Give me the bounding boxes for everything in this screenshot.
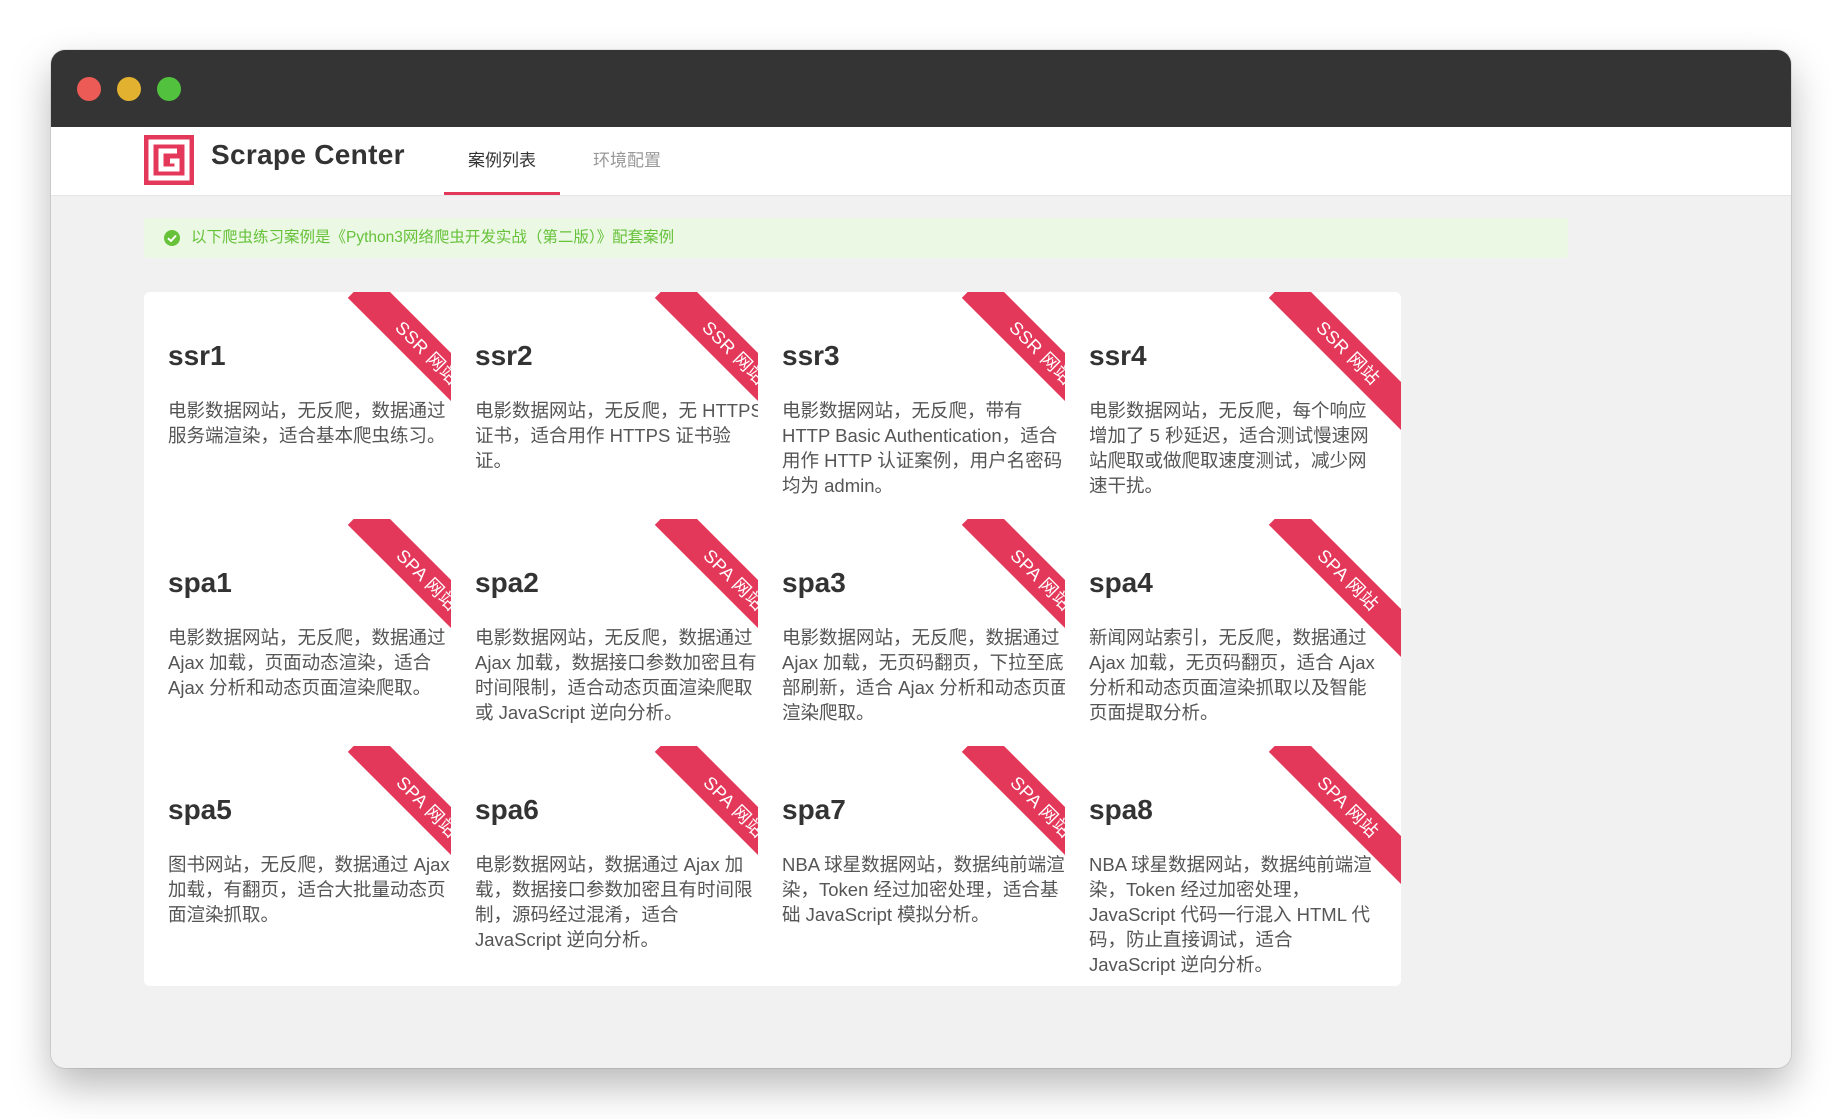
info-notice-banner: 以下爬虫练习案例是《Python3网络爬虫开发实战（第二版）》配套案例 — [144, 218, 1568, 258]
maximize-window-button[interactable] — [157, 77, 181, 101]
case-card[interactable]: SPA 网站 spa6 电影数据网站，数据通过 Ajax 加载，数据接口参数加密且有… — [451, 746, 787, 986]
case-card-title[interactable]: spa3 — [782, 567, 846, 599]
case-card-title[interactable]: spa5 — [168, 794, 232, 826]
case-card-description: 电影数据网站，无反爬，数据通过 Ajax 加载，无页码翻页，下拉至底部刷新，适合… — [782, 627, 1069, 723]
case-card[interactable]: SSR 网站 ssr4 电影数据网站，无反爬，每个响应增加了 5 秒延迟，适合测试慢… — [1065, 292, 1401, 532]
case-card-title[interactable]: spa8 — [1089, 794, 1153, 826]
case-card-description: 图书网站，无反爬，数据通过 Ajax 加载，有翻页，适合大批量动态页面渲染抓取。 — [168, 854, 450, 925]
case-card[interactable]: SPA 网站 spa5 图书网站，无反爬，数据通过 Ajax 加载，有翻页，适合大批… — [144, 746, 480, 986]
case-card[interactable]: SSR 网站 ssr2 电影数据网站，无反爬，无 HTTPS 证书，适合用作 HTT… — [451, 292, 787, 532]
case-card-description: 电影数据网站，无反爬，数据通过服务端渲染，适合基本爬虫练习。 — [168, 400, 446, 446]
minimize-window-button[interactable] — [117, 77, 141, 101]
case-card-title[interactable]: spa7 — [782, 794, 846, 826]
case-card-title[interactable]: ssr1 — [168, 340, 226, 372]
case-card[interactable]: SSR 网站 ssr1 电影数据网站，无反爬，数据通过服务端渲染，适合基本爬虫练习。 — [144, 292, 480, 532]
notice-text: 以下爬虫练习案例是《Python3网络爬虫开发实战（第二版）》配套案例 — [191, 229, 675, 246]
case-card-description: 电影数据网站，数据通过 Ajax 加载，数据接口参数加密且有时间限制，源码经过混… — [475, 854, 753, 950]
case-card-title[interactable]: ssr2 — [475, 340, 533, 372]
case-card[interactable]: SPA 网站 spa3 电影数据网站，无反爬，数据通过 Ajax 加载，无页码翻页，… — [758, 519, 1094, 759]
case-card-title[interactable]: spa4 — [1089, 567, 1153, 599]
case-card[interactable]: SPA 网站 spa8 NBA 球星数据网站，数据纯前端渲染，Token 经过加密处… — [1065, 746, 1401, 986]
close-window-button[interactable] — [77, 77, 101, 101]
top-navbar: Scrape Center 案例列表 环境配置 — [51, 127, 1791, 196]
tab-environment-config[interactable]: 环境配置 — [569, 127, 685, 195]
case-card-title[interactable]: spa1 — [168, 567, 232, 599]
case-card-title[interactable]: ssr4 — [1089, 340, 1147, 372]
case-card[interactable]: SSR 网站 ssr3 电影数据网站，无反爬，带有 HTTP Basic Authe… — [758, 292, 1094, 532]
case-card-title[interactable]: spa2 — [475, 567, 539, 599]
brand-name[interactable]: Scrape Center — [211, 139, 405, 171]
case-card-description: 新闻网站索引，无反爬，数据通过 Ajax 加载，无页码翻页，适合 Ajax 分析… — [1089, 627, 1375, 723]
browser-window: Scrape Center 案例列表 环境配置 以下爬虫练习案例是《Python… — [51, 50, 1791, 1068]
success-check-icon — [164, 230, 180, 246]
case-card-description: NBA 球星数据网站，数据纯前端渲染，Token 经过加密处理，JavaScri… — [1089, 854, 1372, 975]
case-card-description: 电影数据网站，无反爬，无 HTTPS 证书，适合用作 HTTPS 证书验证。 — [475, 400, 763, 471]
tab-case-list[interactable]: 案例列表 — [444, 127, 560, 195]
case-card[interactable]: SPA 网站 spa7 NBA 球星数据网站，数据纯前端渲染，Token 经过加密处… — [758, 746, 1094, 986]
scrape-center-logo-icon[interactable] — [144, 135, 194, 185]
case-card-description: 电影数据网站，无反爬，带有 HTTP Basic Authentication，… — [782, 400, 1063, 496]
case-card[interactable]: SPA 网站 spa4 新闻网站索引，无反爬，数据通过 Ajax 加载，无页码翻页，… — [1065, 519, 1401, 759]
case-card-title[interactable]: spa6 — [475, 794, 539, 826]
case-card-title[interactable]: ssr3 — [782, 340, 840, 372]
case-card[interactable]: SPA 网站 spa1 电影数据网站，无反爬，数据通过 Ajax 加载，页面动态渲染… — [144, 519, 480, 759]
case-card-description: 电影数据网站，无反爬，每个响应增加了 5 秒延迟，适合测试慢速网站爬取或做爬取速… — [1089, 400, 1369, 496]
case-card-description: 电影数据网站，无反爬，数据通过 Ajax 加载，数据接口参数加密且有时间限制，适… — [475, 627, 757, 723]
window-titlebar — [51, 50, 1791, 127]
case-card-description: 电影数据网站，无反爬，数据通过 Ajax 加载，页面动态渲染，适合 Ajax 分… — [168, 627, 446, 698]
case-card[interactable]: SPA 网站 spa2 电影数据网站，无反爬，数据通过 Ajax 加载，数据接口参数… — [451, 519, 787, 759]
case-card-description: NBA 球星数据网站，数据纯前端渲染，Token 经过加密处理，适合基础 Jav… — [782, 854, 1065, 925]
